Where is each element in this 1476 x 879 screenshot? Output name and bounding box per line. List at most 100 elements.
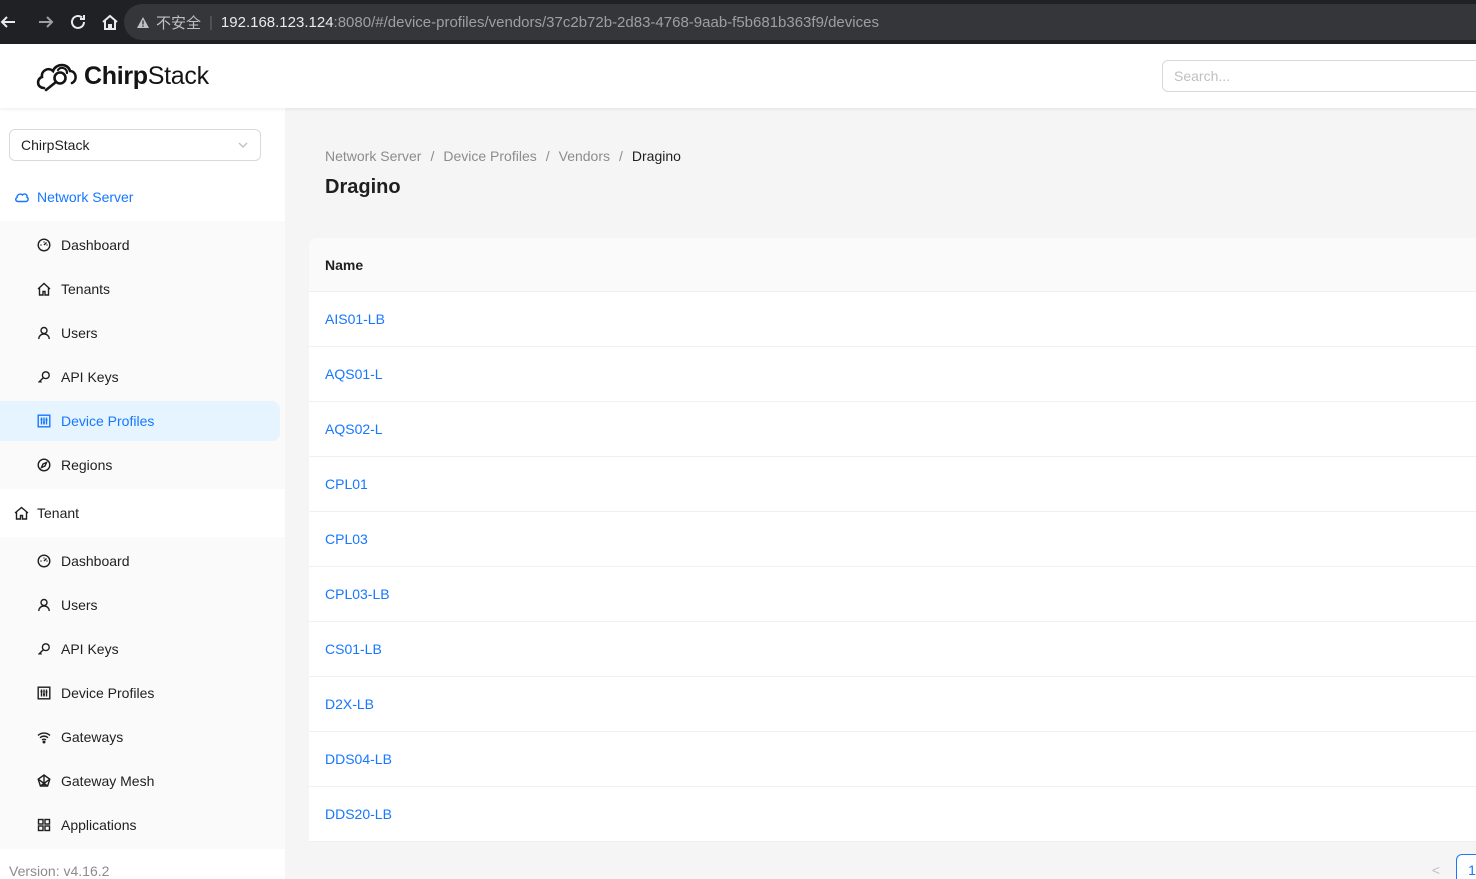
device-link[interactable]: DDS04-LB <box>325 751 392 767</box>
key-icon <box>37 370 51 384</box>
pagination: < 1 <box>1421 854 1476 879</box>
chirpstack-logo-icon <box>36 63 77 92</box>
sidebar: ChirpStack Network Server Dashboard Tena… <box>0 108 285 879</box>
sidebar-item-ns-dashboard[interactable]: Dashboard <box>0 225 280 265</box>
sidebar-item-label: API Keys <box>61 369 119 385</box>
browser-toolbar: 不安全 | 192.168.123.124 :8080/#/device-pro… <box>0 0 1476 44</box>
url-path: :8080/#/device-profiles/vendors/37c2b72b… <box>333 13 879 31</box>
sidebar-item-label: Applications <box>61 817 137 833</box>
sidebar-item-label: Tenants <box>61 281 111 297</box>
device-link[interactable]: CPL03-LB <box>325 586 390 602</box>
tenant-select[interactable]: ChirpStack <box>9 129 261 161</box>
user-icon <box>37 326 51 340</box>
chirpstack-logo[interactable]: ChirpStack <box>34 58 209 94</box>
menu-group-tenant[interactable]: Tenant <box>0 489 285 537</box>
table-row: AIS01-LB <box>309 292 1476 347</box>
mesh-icon <box>37 774 51 788</box>
sidebar-item-tenant-device-profiles[interactable]: Device Profiles <box>0 673 280 713</box>
device-link[interactable]: DDS20-LB <box>325 806 392 822</box>
sidebar-item-label: Gateway Mesh <box>61 773 155 789</box>
tenant-select-value: ChirpStack <box>21 137 90 153</box>
control-icon <box>37 686 51 700</box>
dashboard-icon <box>37 554 51 568</box>
appstore-icon <box>37 818 51 832</box>
breadcrumb-network-server[interactable]: Network Server <box>325 148 421 164</box>
pagination-prev-button[interactable]: < <box>1421 854 1451 879</box>
sidebar-item-ns-regions[interactable]: Regions <box>0 445 280 485</box>
address-bar[interactable]: 不安全 | 192.168.123.124 :8080/#/device-pro… <box>124 4 1476 40</box>
table-row: DDS20-LB <box>309 787 1476 842</box>
sidebar-item-label: Users <box>61 325 98 341</box>
arrow-left-icon <box>0 16 15 28</box>
device-link[interactable]: CPL03 <box>325 531 368 547</box>
search-input[interactable] <box>1162 60 1476 92</box>
sidebar-item-ns-users[interactable]: Users <box>0 313 280 353</box>
column-header-name: Name <box>309 238 1476 292</box>
sidebar-item-label: Gateways <box>61 729 124 745</box>
table-row: DDS04-LB <box>309 732 1476 787</box>
sidebar-item-label: Device Profiles <box>61 413 155 429</box>
cloud-icon <box>13 189 29 205</box>
sidebar-item-ns-device-profiles[interactable]: Device Profiles <box>0 401 280 441</box>
warning-icon <box>136 16 150 29</box>
url-host: 192.168.123.124 <box>220 13 334 31</box>
sidebar-item-ns-tenants[interactable]: Tenants <box>0 269 280 309</box>
wifi-icon <box>37 730 51 744</box>
compass-icon <box>37 458 51 472</box>
table-row: CPL01 <box>309 457 1476 512</box>
table-row: CPL03 <box>309 512 1476 567</box>
page-title: Dragino <box>325 176 401 198</box>
logo-text-bold: Chirp <box>84 61 148 90</box>
sidebar-item-tenant-gateway-mesh[interactable]: Gateway Mesh <box>0 761 280 801</box>
sidebar-item-tenant-users[interactable]: Users <box>0 585 280 625</box>
device-link[interactable]: CPL01 <box>325 476 368 492</box>
logo-text-rest: Stack <box>147 61 209 90</box>
network-server-submenu: Dashboard Tenants Users API Keys Device … <box>0 221 285 489</box>
control-icon <box>37 414 51 428</box>
pagination-page-1[interactable]: 1 <box>1456 854 1476 879</box>
home-button[interactable] <box>94 6 126 38</box>
home-icon <box>13 505 29 521</box>
version-label: Version: v4.16.2 <box>9 863 110 879</box>
device-link[interactable]: AQS01-L <box>325 366 383 382</box>
menu-group-label: Network Server <box>37 189 134 205</box>
table-row: CPL03-LB <box>309 567 1476 622</box>
sidebar-item-ns-api-keys[interactable]: API Keys <box>0 357 280 397</box>
table-row: D2X-LB <box>309 677 1476 732</box>
reload-button[interactable] <box>62 6 94 38</box>
breadcrumb-device-profiles[interactable]: Device Profiles <box>443 148 536 164</box>
menu-group-network-server[interactable]: Network Server <box>0 173 285 221</box>
device-link[interactable]: AQS02-L <box>325 421 383 437</box>
sidebar-item-tenant-gateways[interactable]: Gateways <box>0 717 280 757</box>
back-button[interactable] <box>0 6 24 38</box>
breadcrumb-current: Dragino <box>631 148 681 164</box>
sidebar-item-label: Device Profiles <box>61 685 155 701</box>
breadcrumb-vendors[interactable]: Vendors <box>559 148 610 164</box>
breadcrumb: Network Server / Device Profiles / Vendo… <box>325 148 681 164</box>
sidebar-item-tenant-api-keys[interactable]: API Keys <box>0 629 280 669</box>
sidebar-item-label: Regions <box>61 457 113 473</box>
table-row: CS01-LB <box>309 622 1476 677</box>
sidebar-item-label: Users <box>61 597 98 613</box>
forward-button[interactable] <box>30 6 62 38</box>
device-link[interactable]: AIS01-LB <box>325 311 385 327</box>
sidebar-item-label: Dashboard <box>61 237 130 253</box>
sidebar-item-label: Dashboard <box>61 553 130 569</box>
sidebar-item-tenant-applications[interactable]: Applications <box>0 805 280 845</box>
chevron-down-icon <box>238 142 248 148</box>
devices-table: Name AIS01-LB AQS01-L AQS02-L CPL01 CPL0… <box>309 238 1476 842</box>
sidebar-item-tenant-dashboard[interactable]: Dashboard <box>0 541 280 581</box>
home-icon <box>37 282 51 296</box>
arrow-right-icon <box>39 16 54 28</box>
table-row: AQS02-L <box>309 402 1476 457</box>
menu-group-label: Tenant <box>37 505 80 521</box>
device-link[interactable]: CS01-LB <box>325 641 382 657</box>
dashboard-icon <box>37 238 51 252</box>
tenant-submenu: Dashboard Users API Keys Device Profiles… <box>0 537 285 849</box>
insecure-label: 不安全 <box>156 14 202 32</box>
home-icon <box>102 14 118 30</box>
device-link[interactable]: D2X-LB <box>325 696 374 712</box>
app-header: ChirpStack <box>0 44 1476 108</box>
reload-icon <box>71 14 85 29</box>
key-icon <box>37 642 51 656</box>
